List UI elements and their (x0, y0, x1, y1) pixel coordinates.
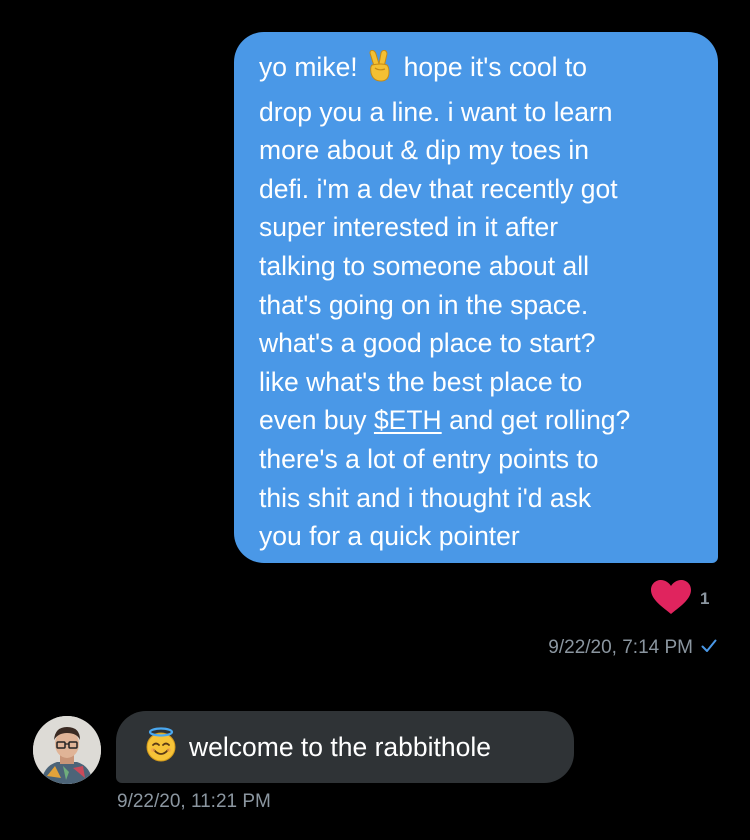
message-line: yo mike! hope it's cool to (259, 48, 704, 93)
message-line: that's going on in the space. (259, 289, 589, 320)
reaction-count: 1 (700, 589, 710, 608)
message-line: talking to someone about all (259, 250, 589, 281)
message-line: there's a lot of entry points to (259, 443, 599, 474)
checkmark-icon (701, 637, 717, 659)
message-line-segment: and get rolling? (449, 405, 631, 436)
victory-hand-emoji (366, 49, 394, 93)
message-line: like what's the best place to (259, 366, 583, 397)
cashtag-link[interactable]: $ETH (374, 405, 442, 435)
user-avatar[interactable] (33, 716, 101, 784)
message-line: even buy $ETH and get rolling? (259, 401, 704, 440)
received-timestamp: 9/22/20, 11:21 PM (117, 791, 271, 812)
received-message-bubble[interactable]: welcome to the rabbithole (116, 711, 574, 783)
message-line: defi. i'm a dev that recently got (259, 173, 618, 204)
sent-message-text: yo mike! hope it's cool to drop you a li… (259, 48, 704, 556)
sent-message-bubble[interactable]: yo mike! hope it's cool to drop you a li… (234, 32, 718, 563)
message-line: drop you a line. i want to learn (259, 96, 613, 127)
message-line-segment: yo mike! (259, 52, 358, 82)
message-line-segment: even buy (259, 405, 367, 436)
smiling-face-with-halo-emoji (143, 726, 179, 768)
message-line: more about & dip my toes in (259, 135, 589, 166)
reaction-badge[interactable]: 1 (650, 579, 710, 620)
message-line: what's a good place to start? (259, 328, 596, 359)
sent-message-meta: 9/22/20, 7:14 PM (548, 637, 717, 659)
sent-timestamp: 9/22/20, 7:14 PM (548, 637, 693, 658)
heart-icon (650, 579, 692, 620)
received-message-text: welcome to the rabbithole (189, 731, 491, 762)
message-line: super interested in it after (259, 212, 559, 243)
message-line-segment: hope it's cool to (403, 52, 587, 82)
message-line: this shit and i thought i'd ask (259, 482, 592, 513)
message-line: you for a quick pointer (259, 521, 520, 552)
